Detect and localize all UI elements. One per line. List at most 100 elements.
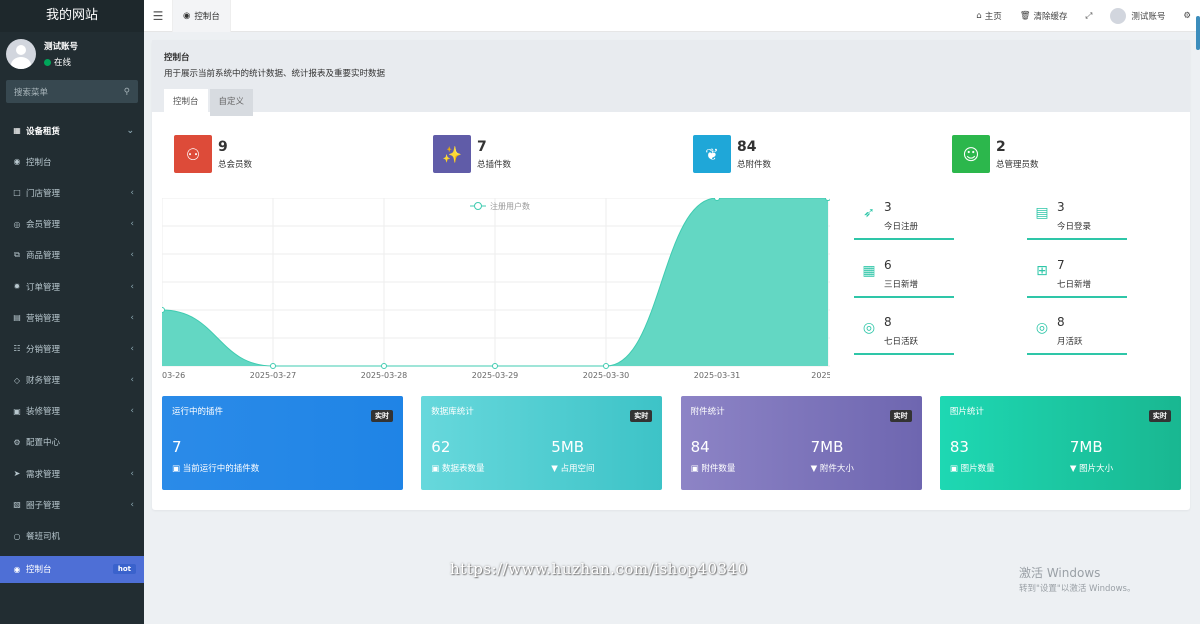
- trash-icon: 🗑: [1019, 10, 1031, 21]
- mini-stat-3: ⊞ 7 七日新增: [1027, 256, 1127, 298]
- stat-cards: 运行中的插件 实时 7 ▣ 当前运行中的插件数 数据库统计 实时 62 ▣ 数据表数量 5MB ▼…: [162, 396, 1182, 490]
- home-label: 主页: [984, 11, 1002, 22]
- sidebar-item-label: 圈子管理: [26, 500, 61, 511]
- card-label-primary: ▣ 数据表数量: [431, 462, 484, 474]
- grid-icon: ▦: [13, 126, 21, 136]
- filter-icon: ▼: [551, 464, 561, 474]
- realtime-badge: 实时: [630, 410, 653, 422]
- sidebar-search-input[interactable]: 搜索菜单 ⚲: [6, 80, 138, 103]
- sidebar-item-2[interactable]: □ 门店管理 ‹: [0, 177, 144, 208]
- card-3: 图片统计 实时 83 ▣ 图片数量 7MB ▼ 图片大小: [939, 396, 1181, 490]
- windows-activation-title: 激活 Windows: [1019, 566, 1101, 580]
- sidebar-item-9[interactable]: ▣ 装修管理 ‹: [0, 396, 144, 427]
- sidebar-item-12[interactable]: ▧ 圈子管理 ‹: [0, 489, 144, 520]
- sidebar-item-10[interactable]: ⚙ 配置中心: [0, 427, 144, 458]
- sidebar-item-0[interactable]: ▦ 设备租赁 ⌄: [0, 115, 144, 146]
- hot-badge: hot: [112, 564, 136, 575]
- search-icon[interactable]: ⚲: [124, 87, 130, 97]
- magic-icon: ✨: [433, 135, 471, 173]
- image-icon: ▧: [13, 500, 21, 510]
- card-label-primary: ▣ 图片数量: [950, 462, 995, 474]
- account-label: 测试账号: [1131, 11, 1166, 22]
- site-logo[interactable]: 我的网站: [0, 0, 144, 32]
- chevron-left-icon: ‹: [130, 219, 134, 230]
- sidebar-item-4[interactable]: ⧉ 商品管理 ‹: [0, 240, 144, 271]
- chevron-left-icon: ‹: [130, 281, 134, 292]
- mini-stat-label: 今日登录: [1057, 222, 1092, 232]
- stat-value: 9: [218, 138, 228, 155]
- stat-value: 2: [996, 138, 1006, 155]
- mini-stat-2: ▦ 6 三日新增: [854, 256, 954, 298]
- chevron-left-icon: ‹: [130, 250, 134, 261]
- card-title: 数据库统计: [431, 407, 474, 417]
- sidebar-item-5[interactable]: ✹ 订单管理 ‹: [0, 271, 144, 302]
- sidebar-item-13[interactable]: ○ 餐班司机: [0, 520, 144, 551]
- tab-dashboard[interactable]: ◉ 控制台: [172, 0, 231, 32]
- account-menu[interactable]: 测试账号: [1101, 7, 1174, 24]
- page-title: 控制台: [164, 53, 190, 63]
- chevron-left-icon: ‹: [130, 187, 134, 198]
- sidebar-item-8[interactable]: ◇ 财务管理 ‹: [0, 365, 144, 396]
- stat-value: 84: [737, 138, 757, 155]
- leaf-icon: ❦: [693, 135, 731, 173]
- sidebar-item-3[interactable]: ◎ 会员管理 ‹: [0, 209, 144, 240]
- gears-icon: ⚙: [1183, 10, 1191, 21]
- user-name: 测试账号: [44, 42, 79, 52]
- calendar-icon: ▦: [862, 263, 876, 279]
- sidebar-item-7[interactable]: ☷ 分销管理 ‹: [0, 333, 144, 364]
- cog-icon: ⚙: [13, 437, 21, 447]
- card-value-primary: 62: [431, 438, 451, 456]
- card-2: 附件统计 实时 84 ▣ 附件数量 7MB ▼ 附件大小: [680, 396, 922, 490]
- tab-custom[interactable]: 自定义: [209, 89, 254, 116]
- user-circle-icon: ◎: [13, 219, 21, 229]
- x-tick-label: 2025-03-28: [361, 371, 408, 380]
- tab-label: 控制台: [194, 11, 220, 22]
- mini-stat-0: ➶ 3 今日注册: [854, 198, 954, 240]
- sidebar-item-label: 门店管理: [26, 188, 61, 199]
- data-point[interactable]: [825, 198, 831, 201]
- sidebar-item-label: 设备租赁: [26, 126, 61, 137]
- money-icon: ▤: [13, 313, 21, 323]
- tab-dashboard-view[interactable]: 控制台: [164, 89, 208, 116]
- online-dot-icon: [44, 58, 51, 66]
- rocket-icon: ➶: [863, 205, 875, 221]
- user-circle-icon: ◎: [862, 320, 876, 336]
- x-tick-label: 2025-04: [811, 371, 830, 380]
- home-link[interactable]: ⌂ 主页: [967, 10, 1010, 22]
- fullscreen-button[interactable]: ⤢: [1077, 11, 1102, 21]
- dashboard-icon: ◉: [183, 10, 191, 21]
- card-title: 运行中的插件: [172, 407, 224, 417]
- data-point[interactable]: [603, 363, 609, 369]
- data-point[interactable]: [162, 307, 165, 313]
- card-value-secondary: 5MB: [551, 438, 585, 456]
- chevron-left-icon: ‹: [130, 312, 134, 323]
- x-tick-label: 2025-03-30: [583, 371, 630, 380]
- sidebar-item-active-dashboard[interactable]: ◉ 控制台 hot: [0, 555, 144, 583]
- sidebar-item-label: 控制台: [26, 565, 52, 576]
- menu-toggle-icon[interactable]: ☰: [144, 9, 172, 23]
- card-label-primary: ▣ 附件数量: [691, 462, 736, 474]
- sidebar-item-1[interactable]: ◉ 控制台: [0, 146, 144, 177]
- sidebar-item-6[interactable]: ▤ 营销管理 ‹: [0, 302, 144, 333]
- clear-cache-button[interactable]: 🗑 清除缓存: [1011, 10, 1077, 22]
- user-icon: ☺: [952, 135, 990, 173]
- sidebar-item-label: 餐班司机: [26, 532, 61, 543]
- data-point[interactable]: [270, 363, 276, 369]
- windows-activation-hint: 转到"设置"以激活 Windows。: [1019, 584, 1136, 594]
- mini-stat-value: 8: [884, 315, 892, 329]
- picture-icon: ▣: [13, 406, 21, 416]
- sidebar-item-label: 配置中心: [26, 438, 61, 449]
- page-description: 用于展示当前系统中的统计数据、统计报表及重要实时数据: [164, 69, 386, 79]
- card-label-text: 占用空间: [560, 464, 595, 474]
- data-point[interactable]: [381, 363, 387, 369]
- card-title: 图片统计: [949, 407, 984, 417]
- mini-stat-value: 3: [884, 200, 892, 214]
- x-tick-label: 2025-03-31: [694, 371, 741, 380]
- card-label-icon: ▣: [690, 464, 702, 474]
- data-point[interactable]: [714, 198, 720, 201]
- top-bar: ☰ ◉ 控制台 ⌂ 主页 🗑 清除缓存 ⤢ 测试账号 ⚙: [144, 0, 1200, 32]
- data-point[interactable]: [492, 363, 498, 369]
- sidebar-item-11[interactable]: ➤ 需求管理 ‹: [0, 458, 144, 489]
- store-icon: □: [13, 188, 21, 198]
- scrollbar-thumb[interactable]: [1196, 16, 1200, 50]
